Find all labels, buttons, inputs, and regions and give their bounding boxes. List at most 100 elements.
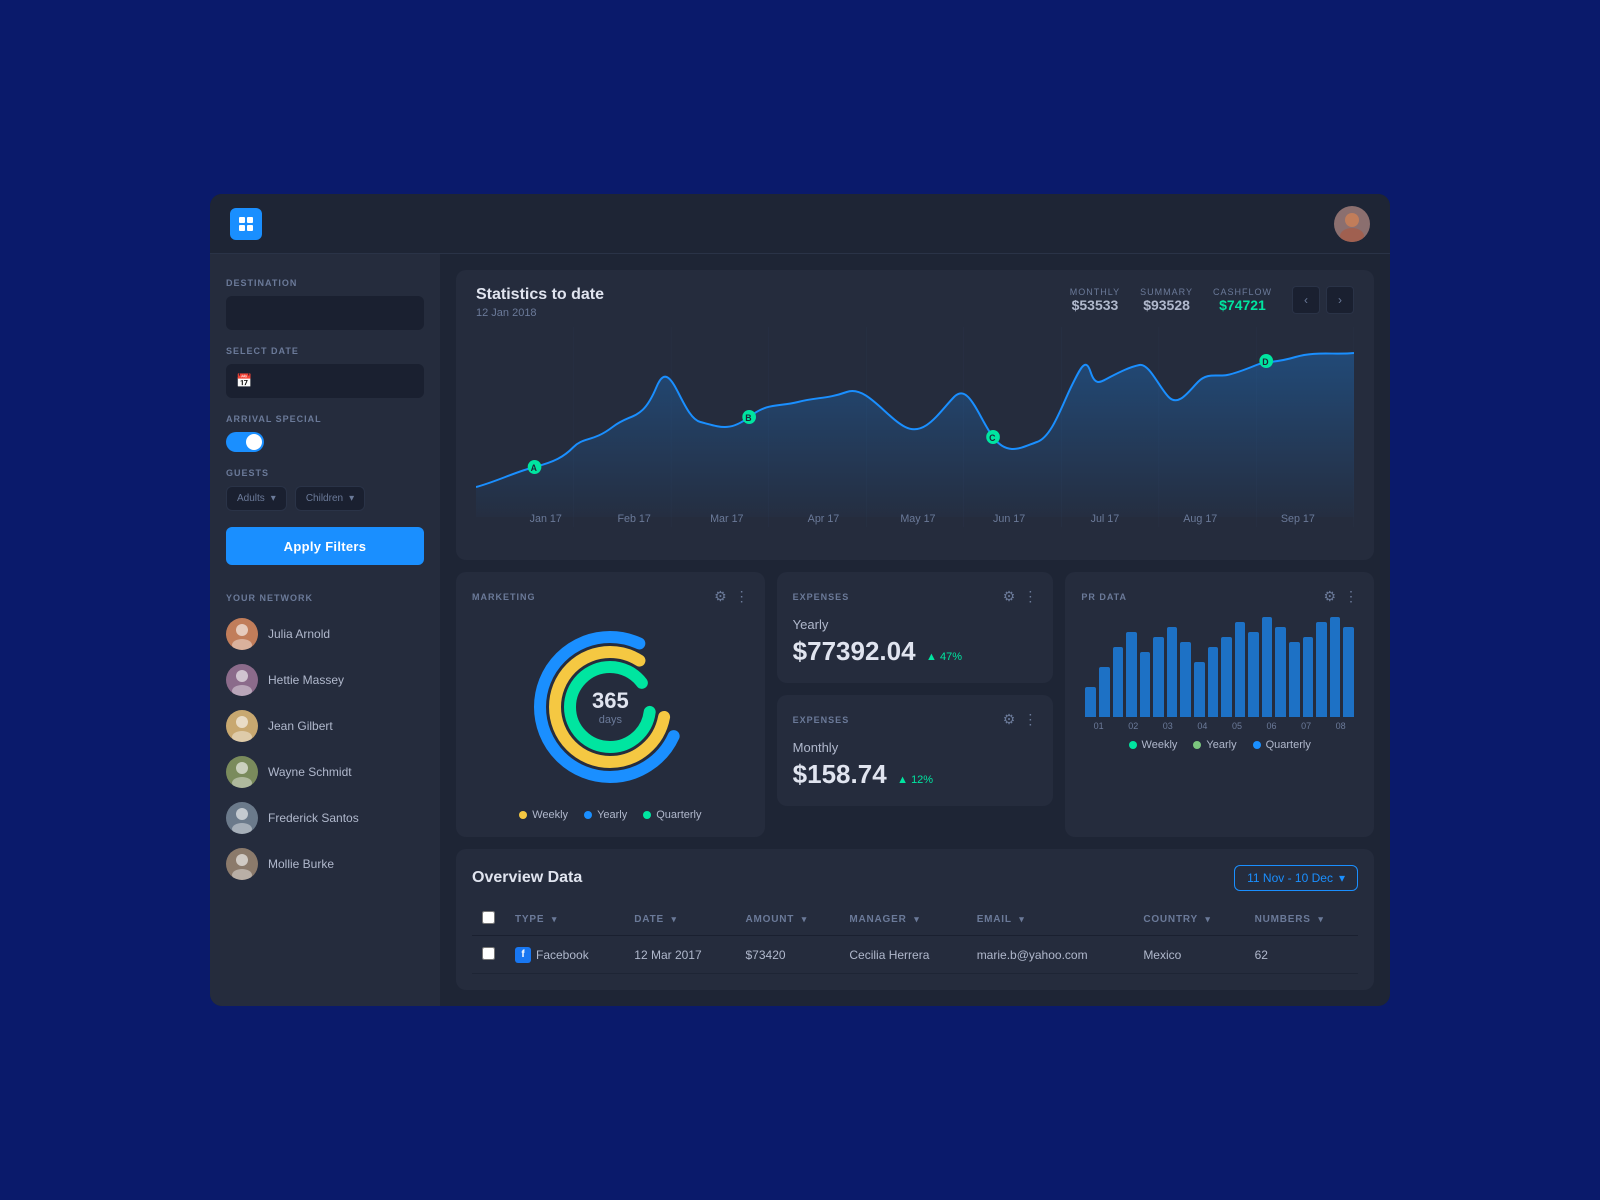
exp-monthly-more-icon[interactable]: ⋮ [1023, 711, 1037, 728]
destination-label: DESTINATION [226, 278, 424, 288]
expenses-yearly-change: ▲ 47% [926, 651, 962, 663]
arrival-toggle-row [226, 432, 424, 452]
bar-label: 01 [1094, 721, 1104, 731]
marketing-more-icon[interactable]: ⋮ [735, 588, 749, 605]
row-manager: Cecilia Herrera [839, 936, 966, 974]
network-avatar [226, 802, 258, 834]
apply-filters-button[interactable]: Apply Filters [226, 527, 424, 565]
monthly-metric: MONTHLY $53533 [1070, 287, 1120, 313]
select-all-checkbox[interactable] [482, 911, 495, 924]
col-type[interactable]: TYPE ▾ [505, 903, 624, 936]
bar-label: 04 [1197, 721, 1207, 731]
network-avatar [226, 618, 258, 650]
bar [1180, 642, 1191, 717]
pr-data-card: PR DATA ⚙ ⋮ 0102030405060708 WeeklyYearl… [1065, 572, 1374, 837]
col-country[interactable]: COUNTRY ▾ [1133, 903, 1244, 936]
pr-legend-item: Quarterly [1253, 739, 1311, 751]
main-content: Statistics to date 12 Jan 2018 MONTHLY $… [440, 254, 1390, 1006]
network-avatar [226, 710, 258, 742]
facebook-icon: Facebook [515, 947, 589, 963]
expenses-yearly-label: Yearly [793, 617, 1038, 632]
adults-select[interactable]: Adults ▾ [226, 486, 287, 511]
network-item[interactable]: Jean Gilbert [226, 703, 424, 749]
network-item[interactable]: Mollie Burke [226, 841, 424, 887]
network-item[interactable]: Julia Arnold [226, 611, 424, 657]
expenses-monthly-title: EXPENSES [793, 715, 850, 725]
row-checkbox[interactable] [482, 947, 495, 960]
bar-label: 08 [1336, 721, 1346, 731]
exp-yearly-more-icon[interactable]: ⋮ [1023, 588, 1037, 605]
network-item[interactable]: Frederick Santos [226, 795, 424, 841]
calendar-icon: 📅 [236, 373, 252, 389]
cashflow-label: CASHFLOW [1213, 287, 1272, 297]
arrival-special-toggle[interactable] [226, 432, 264, 452]
bar [1289, 642, 1300, 717]
bar [1248, 632, 1259, 717]
bar [1113, 647, 1124, 717]
chart-nav-buttons: ‹ › [1292, 286, 1354, 314]
bar [1262, 617, 1273, 717]
monthly-value: $53533 [1070, 297, 1120, 313]
col-numbers[interactable]: NUMBERS ▾ [1245, 903, 1358, 936]
date-range-button[interactable]: 11 Nov - 10 Dec ▾ [1234, 865, 1358, 891]
col-amount[interactable]: AMOUNT ▾ [736, 903, 840, 936]
network-list: Julia Arnold Hettie Massey Jean Gilbert … [226, 611, 424, 887]
summary-value: $93528 [1140, 297, 1193, 313]
col-manager[interactable]: MANAGER ▾ [839, 903, 966, 936]
summary-label: SUMMARY [1140, 287, 1193, 297]
svg-text:B: B [745, 413, 751, 423]
network-item[interactable]: Wayne Schmidt [226, 749, 424, 795]
bar [1343, 627, 1354, 717]
date-range-chevron: ▾ [1339, 871, 1345, 885]
svg-text:C: C [989, 433, 996, 443]
chart-next-button[interactable]: › [1326, 286, 1354, 314]
pr-more-icon[interactable]: ⋮ [1344, 588, 1358, 605]
network-avatar [226, 756, 258, 788]
overview-card: Overview Data 11 Nov - 10 Dec ▾ TYPE ▾ D… [456, 849, 1374, 990]
stats-controls: MONTHLY $53533 SUMMARY $93528 CASHFLOW $… [1070, 286, 1354, 314]
adults-label: Adults [237, 493, 265, 504]
adults-chevron: ▾ [271, 493, 276, 504]
chart-prev-button[interactable]: ‹ [1292, 286, 1320, 314]
date-range-label: 11 Nov - 10 Dec [1247, 871, 1333, 885]
row-amount: $73420 [736, 936, 840, 974]
donut-label: days [592, 714, 629, 726]
marketing-card-header: MARKETING ⚙ ⋮ [472, 588, 749, 605]
stats-title: Statistics to date [476, 286, 604, 304]
legend-label: Yearly [597, 809, 627, 821]
children-select[interactable]: Children ▾ [295, 486, 365, 511]
pr-settings-icon[interactable]: ⚙ [1323, 588, 1336, 605]
guests-row: Adults ▾ Children ▾ [226, 486, 424, 511]
pr-legend-item: Yearly [1193, 739, 1236, 751]
network-item[interactable]: Hettie Massey [226, 657, 424, 703]
legend-label: Weekly [532, 809, 568, 821]
exp-yearly-settings-icon[interactable]: ⚙ [1003, 588, 1016, 605]
statistics-card: Statistics to date 12 Jan 2018 MONTHLY $… [456, 270, 1374, 560]
bar [1153, 637, 1164, 717]
expenses-yearly-amount: $77392.04 ▲ 47% [793, 636, 1038, 667]
pr-legend: WeeklyYearlyQuarterly [1081, 739, 1358, 751]
exp-monthly-settings-icon[interactable]: ⚙ [1003, 711, 1016, 728]
children-label: Children [306, 493, 343, 504]
destination-input[interactable] [226, 296, 424, 330]
bar [1303, 637, 1314, 717]
marketing-settings-icon[interactable]: ⚙ [714, 588, 727, 605]
network-name: Jean Gilbert [268, 719, 333, 733]
svg-text:A: A [531, 463, 538, 473]
bar [1167, 627, 1178, 717]
table-body: Facebook 12 Mar 2017 $73420 Cecilia Herr… [472, 936, 1358, 974]
col-email[interactable]: EMAIL ▾ [967, 903, 1134, 936]
bar-label: 03 [1163, 721, 1173, 731]
date-input[interactable] [226, 364, 424, 398]
bar [1330, 617, 1341, 717]
table-head: TYPE ▾ DATE ▾ AMOUNT ▾ MANAGER ▾ EMAIL ▾… [472, 903, 1358, 936]
overview-table-wrap: TYPE ▾ DATE ▾ AMOUNT ▾ MANAGER ▾ EMAIL ▾… [472, 903, 1358, 974]
avatar[interactable] [1334, 206, 1370, 242]
row-country: Mexico [1133, 936, 1244, 974]
col-date[interactable]: DATE ▾ [624, 903, 735, 936]
table-row: Facebook 12 Mar 2017 $73420 Cecilia Herr… [472, 936, 1358, 974]
bar [1235, 622, 1246, 717]
pr-legend-dot [1253, 741, 1261, 749]
network-avatar [226, 848, 258, 880]
app-logo-icon[interactable] [230, 208, 262, 240]
